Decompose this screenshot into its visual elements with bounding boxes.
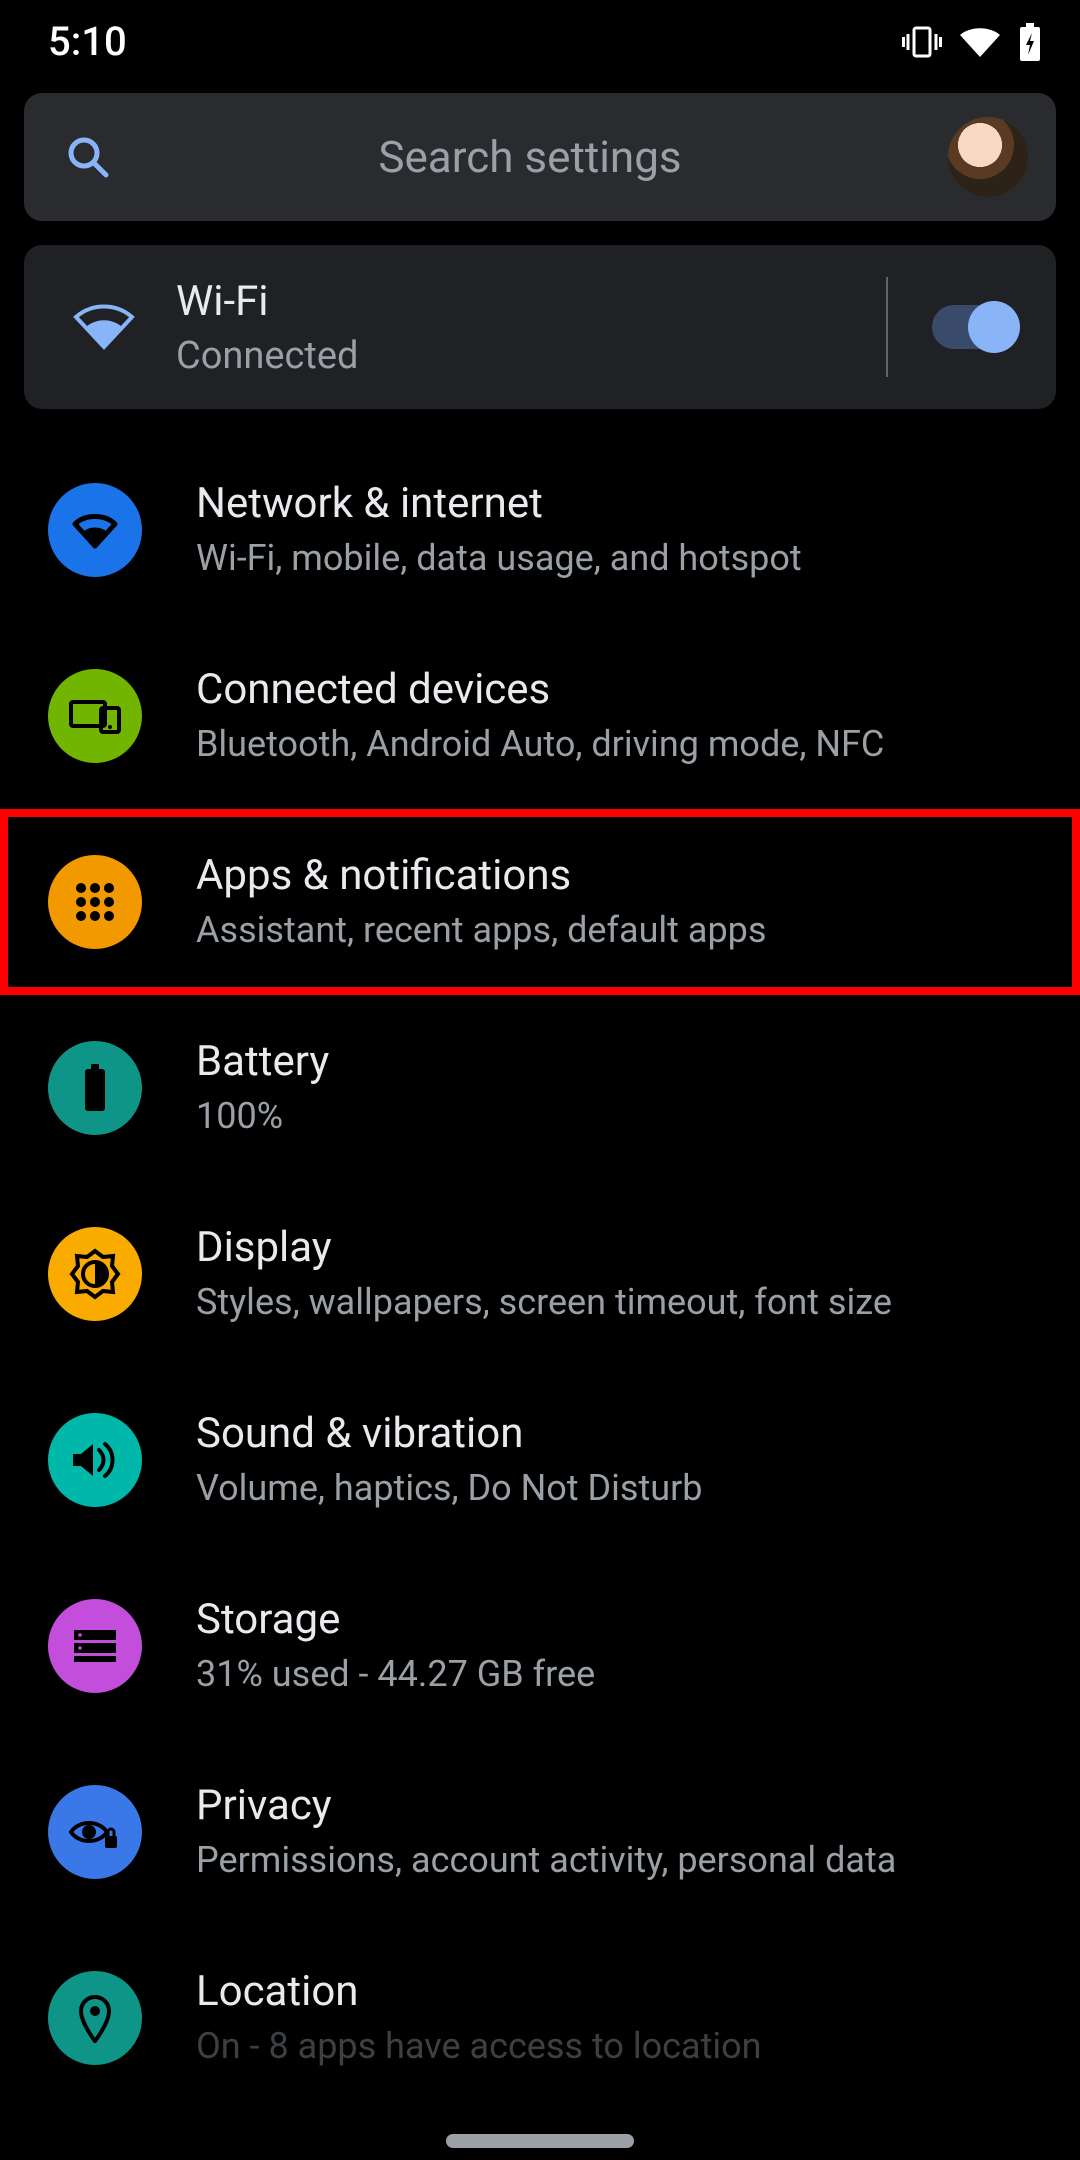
gesture-nav-handle[interactable] [446,2134,634,2148]
profile-avatar[interactable] [948,117,1028,197]
settings-item-connected-devices[interactable]: Connected devices Bluetooth, Android Aut… [0,623,1080,809]
settings-item-battery[interactable]: Battery 100% [0,995,1080,1181]
devices-icon [48,669,142,763]
sound-icon [48,1413,142,1507]
status-time: 5:10 [48,18,127,65]
privacy-icon [48,1785,142,1879]
item-subtitle: Volume, haptics, Do Not Disturb [196,1466,1056,1511]
wifi-text: Wi-Fi Connected [176,277,842,378]
battery-status-icon [1018,23,1042,61]
item-subtitle: On - 8 apps have access to location [196,2024,1056,2069]
item-title: Battery [196,1037,1056,1086]
item-subtitle: Styles, wallpapers, screen timeout, font… [196,1280,1056,1325]
wifi-icon [48,483,142,577]
item-title: Sound & vibration [196,1409,1056,1458]
settings-item-apps-notifications[interactable]: Apps & notifications Assistant, recent a… [0,809,1080,995]
brightness-icon [48,1227,142,1321]
search-placeholder: Search settings [124,131,936,183]
item-subtitle: Assistant, recent apps, default apps [196,908,1056,953]
item-title: Apps & notifications [196,851,1056,900]
settings-screen: 5:10 [0,0,1080,2160]
item-title: Privacy [196,1781,1056,1830]
item-subtitle: 31% used - 44.27 GB free [196,1652,1056,1697]
apps-icon [48,855,142,949]
settings-item-network[interactable]: Network & internet Wi-Fi, mobile, data u… [0,437,1080,623]
search-settings[interactable]: Search settings [24,93,1056,221]
settings-item-storage[interactable]: Storage 31% used - 44.27 GB free [0,1553,1080,1739]
vibrate-icon [902,25,942,59]
settings-item-display[interactable]: Display Styles, wallpapers, screen timeo… [0,1181,1080,1367]
status-bar: 5:10 [0,0,1080,77]
item-subtitle: Wi-Fi, mobile, data usage, and hotspot [196,536,1056,581]
item-title: Display [196,1223,1056,1272]
item-title: Network & internet [196,479,1056,528]
wifi-icon [56,303,176,351]
settings-list: Network & internet Wi-Fi, mobile, data u… [0,437,1080,2069]
storage-icon [48,1599,142,1693]
settings-item-sound[interactable]: Sound & vibration Volume, haptics, Do No… [0,1367,1080,1553]
settings-item-privacy[interactable]: Privacy Permissions, account activity, p… [0,1739,1080,1925]
wifi-divider [886,277,888,377]
wifi-toggle[interactable] [932,305,1016,349]
search-icon [52,133,124,181]
wifi-status-icon [958,25,1002,59]
item-subtitle: Permissions, account activity, personal … [196,1838,1056,1883]
item-title: Location [196,1967,1056,2016]
status-icons [902,23,1042,61]
wifi-title: Wi-Fi [176,277,842,326]
battery-icon [48,1041,142,1135]
item-title: Connected devices [196,665,1056,714]
wifi-quick-card[interactable]: Wi-Fi Connected [24,245,1056,409]
item-subtitle: 100% [196,1094,1056,1139]
settings-item-location[interactable]: Location On - 8 apps have access to loca… [0,1925,1080,2069]
wifi-subtitle: Connected [176,334,842,378]
location-icon [48,1971,142,2065]
item-subtitle: Bluetooth, Android Auto, driving mode, N… [196,722,1056,767]
item-title: Storage [196,1595,1056,1644]
